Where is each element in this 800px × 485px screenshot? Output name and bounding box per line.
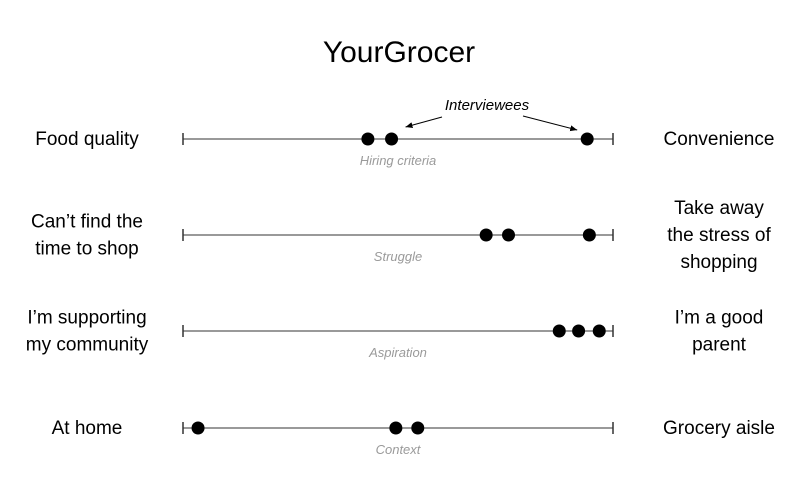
interviewee-dot xyxy=(552,324,566,338)
interviewee-dot xyxy=(389,421,403,435)
scale-right-label: Convenience xyxy=(664,129,775,150)
interviewee-dot xyxy=(502,228,516,242)
scale-right-label: Grocery aisle xyxy=(663,418,775,439)
scale-left-label-line: my community xyxy=(26,335,149,356)
scale-row: I’m supporting my community I’m a good pare… xyxy=(26,308,764,361)
interviewee-dot xyxy=(191,421,205,435)
scale-dimension-label: Context xyxy=(376,442,422,457)
scale-right-label-line: the stress of xyxy=(667,225,771,246)
interviewee-dot xyxy=(479,228,493,242)
scale-left-label-line: Can’t find the xyxy=(31,212,143,233)
scale-left-label: I’m supporting my community xyxy=(26,308,149,356)
interviewee-dot xyxy=(361,132,375,146)
interviewee-dot xyxy=(385,132,399,146)
scale-row: At home Grocery aisle Context xyxy=(52,418,775,457)
scale-left-label: Can’t find the time to shop xyxy=(31,212,143,260)
scale-left-label-line: I’m supporting xyxy=(27,308,146,329)
scale-right-label-line: shopping xyxy=(680,252,757,273)
scale-left-label-line: time to shop xyxy=(35,239,139,260)
scale-right-label-line: I’m a good xyxy=(675,308,764,329)
interviewees-label: Interviewees xyxy=(445,97,530,114)
interviewee-dot xyxy=(582,228,596,242)
scale-left-label: Food quality xyxy=(35,129,139,150)
slide: YourGrocer Interviewees Food quality Conv… xyxy=(0,0,800,485)
scale-left-label-line: Food quality xyxy=(35,129,139,150)
scale-right-label-line: Convenience xyxy=(664,129,775,150)
scale-left-label: At home xyxy=(52,418,123,439)
scale-right-label: I’m a good parent xyxy=(675,308,764,356)
interviewee-dot xyxy=(411,421,425,435)
interviewee-dot xyxy=(572,324,586,338)
scale-right-label-line: Take away xyxy=(674,198,764,219)
scale-right-label-line: parent xyxy=(692,335,747,356)
scale-dimension-label: Struggle xyxy=(374,249,422,264)
scale-row: Food quality Convenience Hiring criteria xyxy=(35,129,774,168)
scale-row: Can’t find the time to shop Take away the s… xyxy=(31,198,771,273)
scale-right-label-line: Grocery aisle xyxy=(663,418,775,439)
callout-arrow-right xyxy=(522,115,578,132)
interviewees-callout: Interviewees xyxy=(405,97,578,132)
callout-arrow-left xyxy=(405,116,443,129)
scale-right-label: Take away the stress of shopping xyxy=(667,198,771,273)
interviewee-dot xyxy=(580,132,594,146)
interviewee-dot xyxy=(592,324,606,338)
scale-dimension-label: Hiring criteria xyxy=(360,153,437,168)
scales: Food quality Convenience Hiring criteria Ca… xyxy=(26,129,775,457)
scale-dimension-label: Aspiration xyxy=(368,345,427,360)
scale-left-label-line: At home xyxy=(52,418,123,439)
positioning-diagram: YourGrocer Interviewees Food quality Conv… xyxy=(26,36,775,457)
slide-title: YourGrocer xyxy=(323,36,475,69)
